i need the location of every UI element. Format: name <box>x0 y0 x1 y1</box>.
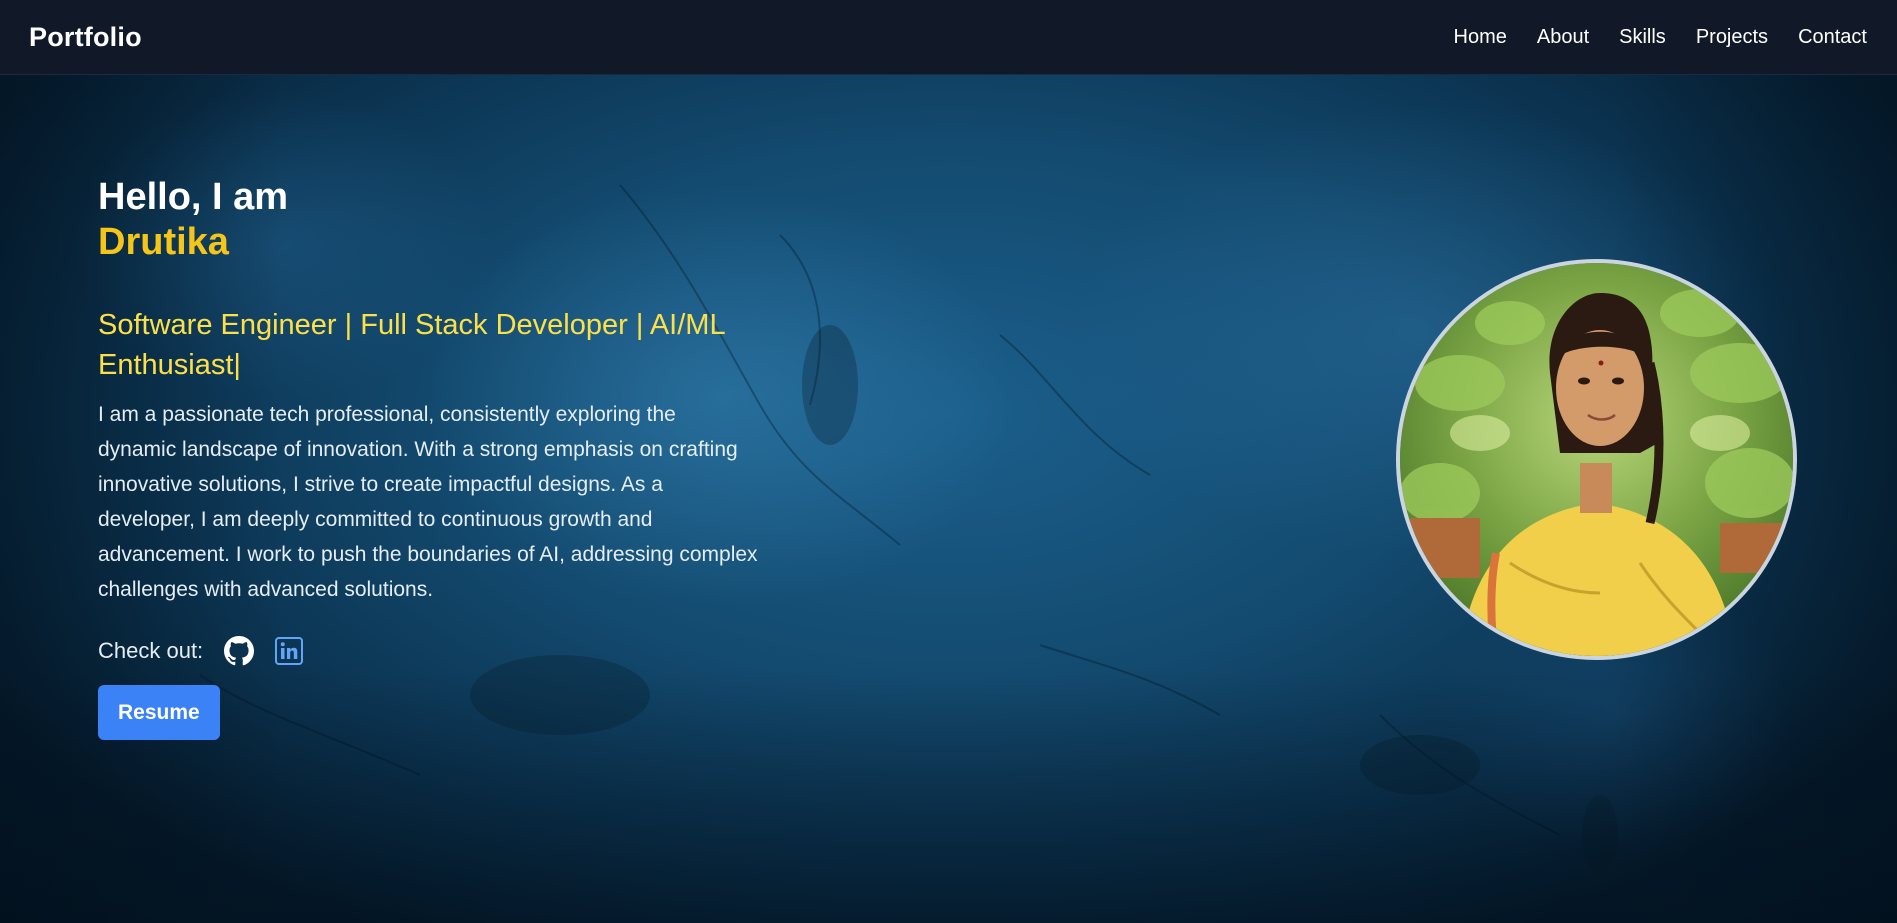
github-icon[interactable] <box>223 635 255 667</box>
nav-link-contact[interactable]: Contact <box>1798 26 1867 49</box>
resume-button[interactable]: Resume <box>98 685 220 740</box>
hero-content: Hello, I am Drutika Software Engineer | … <box>98 175 758 740</box>
profile-photo <box>1396 259 1797 660</box>
social-links: Check out: <box>98 635 758 667</box>
brand-logo[interactable]: Portfolio <box>29 22 142 53</box>
nav-link-skills[interactable]: Skills <box>1619 26 1666 49</box>
role-text: Software Engineer | Full Stack Developer… <box>98 305 758 385</box>
nav-link-projects[interactable]: Projects <box>1696 26 1768 49</box>
hero-section: Hello, I am Drutika Software Engineer | … <box>0 75 1897 923</box>
typing-cursor: | <box>233 349 241 381</box>
nav-link-about[interactable]: About <box>1537 26 1589 49</box>
greeting-text: Hello, I am <box>98 176 289 218</box>
profile-photo-illustration <box>1400 263 1793 656</box>
navbar: Portfolio Home About Skills Projects Con… <box>0 0 1897 75</box>
checkout-label: Check out: <box>98 638 204 663</box>
name-text: Drutika <box>98 221 229 263</box>
nav-link-home[interactable]: Home <box>1454 26 1507 49</box>
role-typed-text: Software Engineer | Full Stack Developer… <box>98 309 725 381</box>
linkedin-icon[interactable] <box>273 635 305 667</box>
nav-links: Home About Skills Projects Contact <box>1424 26 1867 49</box>
bio-paragraph: I am a passionate tech professional, con… <box>98 403 758 601</box>
